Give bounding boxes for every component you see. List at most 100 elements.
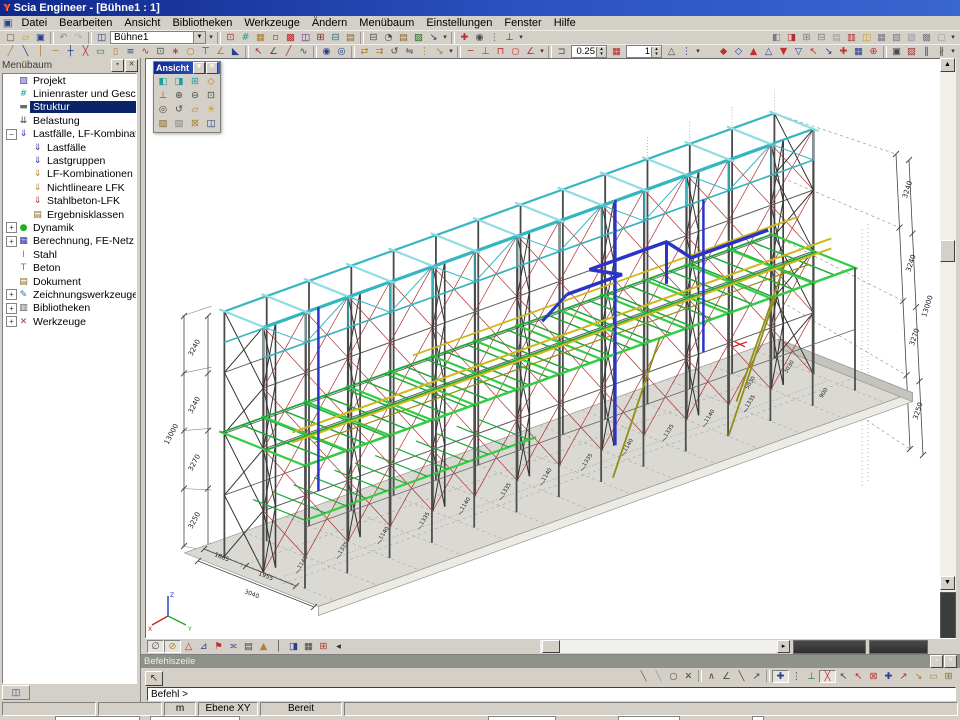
status-unit[interactable]: m (164, 702, 196, 716)
param-1-icon[interactable]: ∥ (919, 45, 934, 58)
snap-edge-icon[interactable]: ↘ (911, 670, 926, 683)
open-icon[interactable]: ▱ (18, 31, 33, 44)
dim-line-icon[interactable]: ─ (463, 45, 478, 58)
more-left-icon[interactable]: ◂ (331, 640, 346, 653)
menu-bibliotheken[interactable]: Bibliotheken (166, 16, 238, 30)
command-input[interactable] (147, 687, 956, 701)
redo-icon[interactable]: ↷ (71, 31, 86, 44)
scroll-down-icon[interactable]: ▼ (940, 576, 955, 590)
tree-item-lastf-lle-lf-kombinationen[interactable]: −⇓Lastfälle, LF-Kombinationen (3, 128, 136, 141)
sheet-icon[interactable]: ▤ (241, 640, 256, 653)
view-combobox[interactable]: Bühne1▼ (110, 31, 206, 44)
snap-ortho-icon[interactable]: ⊥ (804, 670, 819, 683)
snap-active-icon[interactable]: ✚ (772, 670, 789, 683)
tree-item-dynamik[interactable]: +●Dynamik (3, 221, 136, 234)
pin-icon[interactable]: ▪ (930, 655, 943, 668)
window-tool-5[interactable]: ▤ (829, 31, 844, 44)
measure-icon[interactable]: ∠ (266, 45, 281, 58)
snap-cross-icon[interactable]: ╳ (819, 670, 836, 683)
view-list-dropdown[interactable]: ▾ (207, 31, 215, 44)
bracing-icon[interactable]: ╳ (78, 45, 93, 58)
menu-men-baum[interactable]: Menübaum (353, 16, 420, 30)
window-tool-2[interactable]: ◨ (784, 31, 799, 44)
tree-item-stahlbeton-lfk[interactable]: ⇓Stahlbeton-LFK (3, 195, 136, 208)
raster-icon[interactable]: ▦ (609, 45, 624, 58)
close-icon[interactable]: ✕ (944, 655, 957, 668)
menu-fenster[interactable]: Fenster (498, 16, 547, 30)
haunch-icon[interactable]: ◣ (228, 45, 243, 58)
wall-icon[interactable]: ▯ (108, 45, 123, 58)
tree-item-zeichnungswerkzeuge[interactable]: +✎Zeichnungswerkzeuge (3, 288, 136, 301)
print-icon[interactable]: ⊟ (366, 31, 381, 44)
tree-item-bibliotheken[interactable]: +▥Bibliotheken (3, 302, 136, 315)
zoom-selection-icon[interactable]: ◉ (472, 31, 487, 44)
expand-icon[interactable]: + (6, 303, 17, 314)
snap-angle-icon[interactable]: ∠ (719, 670, 734, 683)
tree-item-ergebnisklassen[interactable]: ▤Ergebnisklassen (3, 208, 136, 221)
right-tools-dropdown[interactable]: ▾ (949, 45, 957, 58)
snap-center-icon[interactable]: ✚ (881, 670, 896, 683)
menu-bearbeiten[interactable]: Bearbeiten (53, 16, 118, 30)
add-grid-icon[interactable]: ⊞ (316, 640, 331, 653)
shrink-icon[interactable]: ▲ (256, 640, 271, 653)
view-front-icon[interactable]: ◧ (155, 75, 171, 89)
menu-ansicht[interactable]: Ansicht (118, 16, 166, 30)
step-spinner-arrows[interactable]: ▴▾ (651, 47, 661, 57)
align-icon[interactable]: ≍ (226, 640, 241, 653)
grid-snap-icon[interactable]: ▦ (851, 45, 866, 58)
window-tool-8[interactable]: ▦ (874, 31, 889, 44)
rendered-icon[interactable]: ⊘ (164, 640, 181, 653)
picture-icon[interactable]: ▧ (411, 31, 426, 44)
window-tool-10[interactable]: ▨ (904, 31, 919, 44)
visibility-all-icon[interactable]: ◎ (334, 45, 349, 58)
cursor-mode-button[interactable]: ↖ (145, 671, 163, 686)
zoom-window-icon[interactable]: ⊡ (203, 89, 219, 103)
cross-section-icon[interactable]: ✚ (836, 45, 851, 58)
step-spinner[interactable]: 1▴▾ (626, 45, 662, 58)
new-window-icon[interactable]: ◫ (94, 31, 109, 44)
wireframe-icon[interactable]: ∅ (147, 640, 164, 653)
cross-member-icon[interactable]: ┼ (63, 45, 78, 58)
menu-werkzeuge[interactable]: Werkzeuge (238, 16, 305, 30)
window-tool-12[interactable]: ▢ (934, 31, 949, 44)
chevron-down-icon[interactable]: ▾ (193, 62, 205, 74)
model-viewport[interactable]: 3250327032403240130003250327032403240130… (145, 58, 941, 639)
print-preview-icon[interactable]: ◔ (381, 31, 396, 44)
tree-item-nichtlineare-lfk[interactable]: ⇓Nichtlineare LFK (3, 181, 136, 194)
cleat-icon[interactable]: ∠ (213, 45, 228, 58)
window-tool-7[interactable]: ◫ (859, 31, 874, 44)
expand-icon[interactable]: + (6, 236, 17, 247)
snap-near-icon[interactable]: ↗ (749, 670, 764, 683)
view-axo-icon[interactable]: ◇ (203, 75, 219, 89)
scroll-right-icon[interactable]: ▸ (777, 640, 790, 653)
section-icon[interactable]: │ (271, 640, 286, 653)
param-2-icon[interactable]: ∦ (934, 45, 949, 58)
label-tool-icon[interactable]: ▽ (791, 45, 806, 58)
arc-icon[interactable]: ∿ (296, 45, 311, 58)
expand-icon[interactable]: + (6, 222, 17, 233)
snap-endpoint-icon[interactable]: ↖ (836, 670, 851, 683)
disconnect-nodes-icon[interactable]: ◇ (731, 45, 746, 58)
perspective-icon[interactable]: ◫ (203, 117, 219, 131)
window-group-dropdown[interactable]: ▾ (949, 31, 957, 44)
tree-item-belastung[interactable]: ⇊Belastung (3, 114, 136, 127)
opening-icon[interactable]: ⊡ (153, 45, 168, 58)
sidebar-tab[interactable]: ◫ (2, 685, 30, 700)
snap-circle-icon[interactable]: ○ (666, 670, 681, 683)
status-plane[interactable]: Ebene XY (198, 702, 258, 716)
levels-icon[interactable]: ⋮ (679, 45, 694, 58)
snap-face-icon[interactable]: ▭ (926, 670, 941, 683)
vertical-scrollbar[interactable]: ▲ ▼ (940, 58, 956, 638)
node-icon[interactable]: ∗ (168, 45, 183, 58)
view-side-icon[interactable]: ◨ (171, 75, 187, 89)
snap-line2-icon[interactable]: ╲ (651, 670, 666, 683)
dim-perp-icon[interactable]: ⊥ (478, 45, 493, 58)
surface-icon[interactable]: ⊐ (554, 45, 569, 58)
results-icon[interactable]: ⊟ (328, 31, 343, 44)
expand-icon[interactable]: + (6, 289, 17, 300)
load-tool-icon[interactable]: ▩ (283, 31, 298, 44)
export-icon[interactable]: ↘ (426, 31, 441, 44)
render-icon[interactable]: ▱ (187, 103, 203, 117)
menu-hilfe[interactable]: Hilfe (548, 16, 582, 30)
rotate-icon[interactable]: ↺ (387, 45, 402, 58)
